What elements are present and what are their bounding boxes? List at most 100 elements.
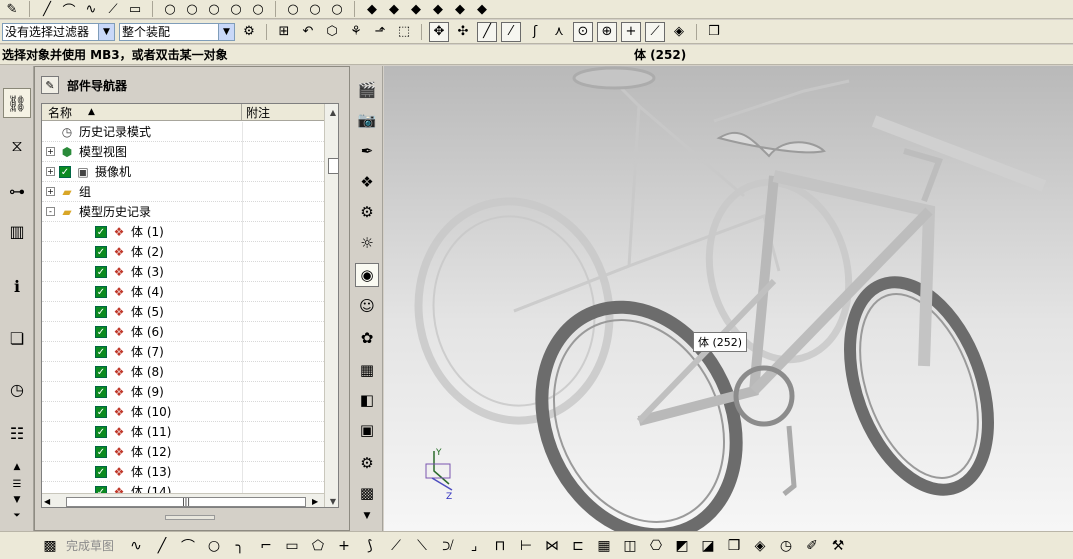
light-icon[interactable]: ☼ — [355, 231, 379, 255]
scroll-left-icon[interactable]: ◀ — [44, 497, 50, 506]
visibility-checkbox[interactable]: ✓ — [95, 285, 107, 298]
vertical-scrollbar[interactable]: ▲ ▼ — [324, 104, 338, 507]
history-clock-icon[interactable]: ◷ — [3, 374, 31, 404]
snap-endpoint-icon[interactable]: ╱ — [477, 21, 497, 42]
visibility-checkbox[interactable]: ✓ — [95, 365, 107, 378]
tree-row[interactable]: ◷ 历史记录模式 — [42, 122, 324, 142]
snap-arc-center-icon[interactable]: ⊙ — [573, 21, 593, 42]
feature-icon[interactable]: ◆ — [408, 1, 424, 17]
tree-row[interactable]: ✓ ❖ 体 (13) — [42, 462, 324, 482]
pen-tool-icon[interactable]: ✒ — [355, 139, 379, 163]
expand-icon[interactable]: + — [46, 147, 55, 156]
feature-icon[interactable]: ◆ — [474, 1, 490, 17]
sketch-icon[interactable]: ✎ — [4, 1, 20, 17]
tree-row[interactable]: ✓ ❖ 体 (10) — [42, 402, 324, 422]
spline-icon[interactable]: ⟋ — [105, 1, 121, 17]
visibility-checkbox[interactable]: ✓ — [95, 345, 107, 358]
material-icon[interactable]: ◉ — [355, 263, 379, 287]
feature-icon[interactable]: ◆ — [430, 1, 446, 17]
scrollbar-thumb[interactable]: ||| — [66, 497, 306, 507]
spline-icon[interactable]: ⟆ — [360, 536, 380, 556]
project-icon[interactable]: ⊏ — [568, 536, 588, 556]
visibility-checkbox[interactable]: ✓ — [95, 265, 107, 278]
select-body-icon[interactable]: ⬡ — [322, 22, 342, 42]
visibility-checkbox[interactable]: ✓ — [95, 225, 107, 238]
filter-settings-icon[interactable]: ⚙ — [239, 22, 259, 42]
assembly-navigator-icon[interactable]: ⛓ — [3, 88, 31, 118]
user-icon[interactable]: ☺ — [355, 294, 379, 318]
scroll-down-icon[interactable]: ▼ — [3, 492, 31, 508]
column-name-header[interactable]: 名称 ▲ — [42, 104, 242, 120]
visibility-checkbox[interactable]: ✓ — [95, 245, 107, 258]
tree-row[interactable]: - ▰ 模型历史记录 — [42, 202, 324, 222]
select-feature-icon[interactable]: ⚘ — [346, 22, 366, 42]
texture-icon[interactable]: ▦ — [355, 358, 379, 382]
rectangle-icon[interactable]: ▭ — [127, 1, 143, 17]
profile-icon[interactable]: ∿ — [126, 536, 146, 556]
feature-icon[interactable]: ◆ — [386, 1, 402, 17]
scroll-up-icon[interactable]: ▲ — [3, 458, 31, 476]
rendering-icon[interactable]: ⚙ — [355, 200, 379, 224]
render-cube-icon[interactable]: ❒ — [724, 536, 744, 556]
visibility-checkbox[interactable]: ✓ — [95, 405, 107, 418]
chamfer-icon[interactable]: ⌐ — [256, 536, 276, 556]
snap-end-icon[interactable]: ✣ — [453, 22, 473, 42]
circle-icon[interactable]: ○ — [307, 1, 323, 17]
tree-row[interactable]: ✓ ❖ 体 (7) — [42, 342, 324, 362]
circle-icon[interactable]: ○ — [228, 1, 244, 17]
undo-icon[interactable]: ↶ — [298, 22, 318, 42]
palette-icon[interactable]: ✿ — [355, 326, 379, 350]
visibility-checkbox[interactable]: ✓ — [95, 425, 107, 438]
trim-icon[interactable]: ⟍ — [412, 536, 432, 556]
snap-point-icon[interactable]: ⊞ — [274, 22, 294, 42]
arc-icon[interactable]: ⌒ — [61, 1, 77, 19]
snap-existing-point-icon[interactable]: + — [621, 21, 641, 42]
feature-icon[interactable]: ◆ — [364, 1, 380, 17]
line-icon[interactable]: ╱ — [152, 536, 172, 556]
tree-row[interactable]: ✓ ❖ 体 (11) — [42, 422, 324, 442]
offset-icon[interactable]: ⟋ — [386, 536, 406, 556]
camera-icon[interactable]: 📷 — [355, 108, 379, 132]
circle-icon[interactable]: ○ — [329, 1, 345, 17]
clock-icon[interactable]: ◷ — [776, 536, 796, 556]
pin-icon[interactable]: ✎ — [41, 76, 59, 94]
rectangle-icon[interactable]: ▭ — [282, 536, 302, 556]
visibility-checkbox[interactable]: ✓ — [95, 325, 107, 338]
visibility-checkbox[interactable]: ✓ — [95, 445, 107, 458]
tree-row[interactable]: ✓ ❖ 体 (12) — [42, 442, 324, 462]
view-cube-icon[interactable]: ❒ — [704, 22, 724, 42]
circle-icon[interactable]: ○ — [162, 1, 178, 17]
splitter-grip[interactable] — [165, 515, 215, 520]
scrollbar-thumb[interactable] — [328, 158, 338, 174]
circle-icon[interactable]: ○ — [204, 536, 224, 556]
select-face-icon[interactable]: ⬏ — [370, 22, 390, 42]
web-browser-icon[interactable]: ❏ — [3, 323, 31, 353]
fillet-icon[interactable]: ╮ — [230, 536, 250, 556]
snap-control-icon[interactable]: ʃ — [525, 22, 545, 42]
pattern-icon[interactable]: ▦ — [594, 536, 614, 556]
rectangle-select-icon[interactable]: ⬚ — [394, 22, 414, 42]
constraint-navigator-icon[interactable]: ⧖ — [3, 131, 31, 161]
polygon-icon[interactable]: ⬠ — [308, 536, 328, 556]
mirror-icon[interactable]: ⋈ — [542, 536, 562, 556]
expand-icon[interactable]: + — [46, 187, 55, 196]
tree-row[interactable]: ✓ ❖ 体 (5) — [42, 302, 324, 322]
arc-icon[interactable]: ⌒ — [178, 536, 198, 556]
finish-sketch-icon[interactable]: ▩ — [40, 536, 60, 556]
circle-icon[interactable]: ○ — [285, 1, 301, 17]
finish-sketch-button[interactable]: 完成草图 — [66, 537, 114, 554]
scroll-right-icon[interactable]: ▶ — [312, 497, 318, 506]
tree-row[interactable]: ✓ ❖ 体 (3) — [42, 262, 324, 282]
circle-icon[interactable]: ○ — [250, 1, 266, 17]
chevron-down-icon[interactable]: ▼ — [355, 509, 379, 523]
palette-icon[interactable]: ☷ — [3, 418, 31, 448]
bicycle-model-render[interactable]: Y Z — [384, 66, 1073, 531]
gear-icon[interactable]: ⚙ — [355, 451, 379, 475]
view-sketch-icon[interactable]: ◩ — [672, 536, 692, 556]
chevron-down-icon[interactable]: ▼ — [218, 23, 234, 40]
scroll-end-icon[interactable]: ⏷ — [3, 508, 31, 524]
circle-icon[interactable]: ○ — [206, 1, 222, 17]
point-icon[interactable]: + — [334, 536, 354, 556]
tools-icon[interactable]: ⚒ — [828, 536, 848, 556]
tree-row[interactable]: ✓ ❖ 体 (8) — [42, 362, 324, 382]
